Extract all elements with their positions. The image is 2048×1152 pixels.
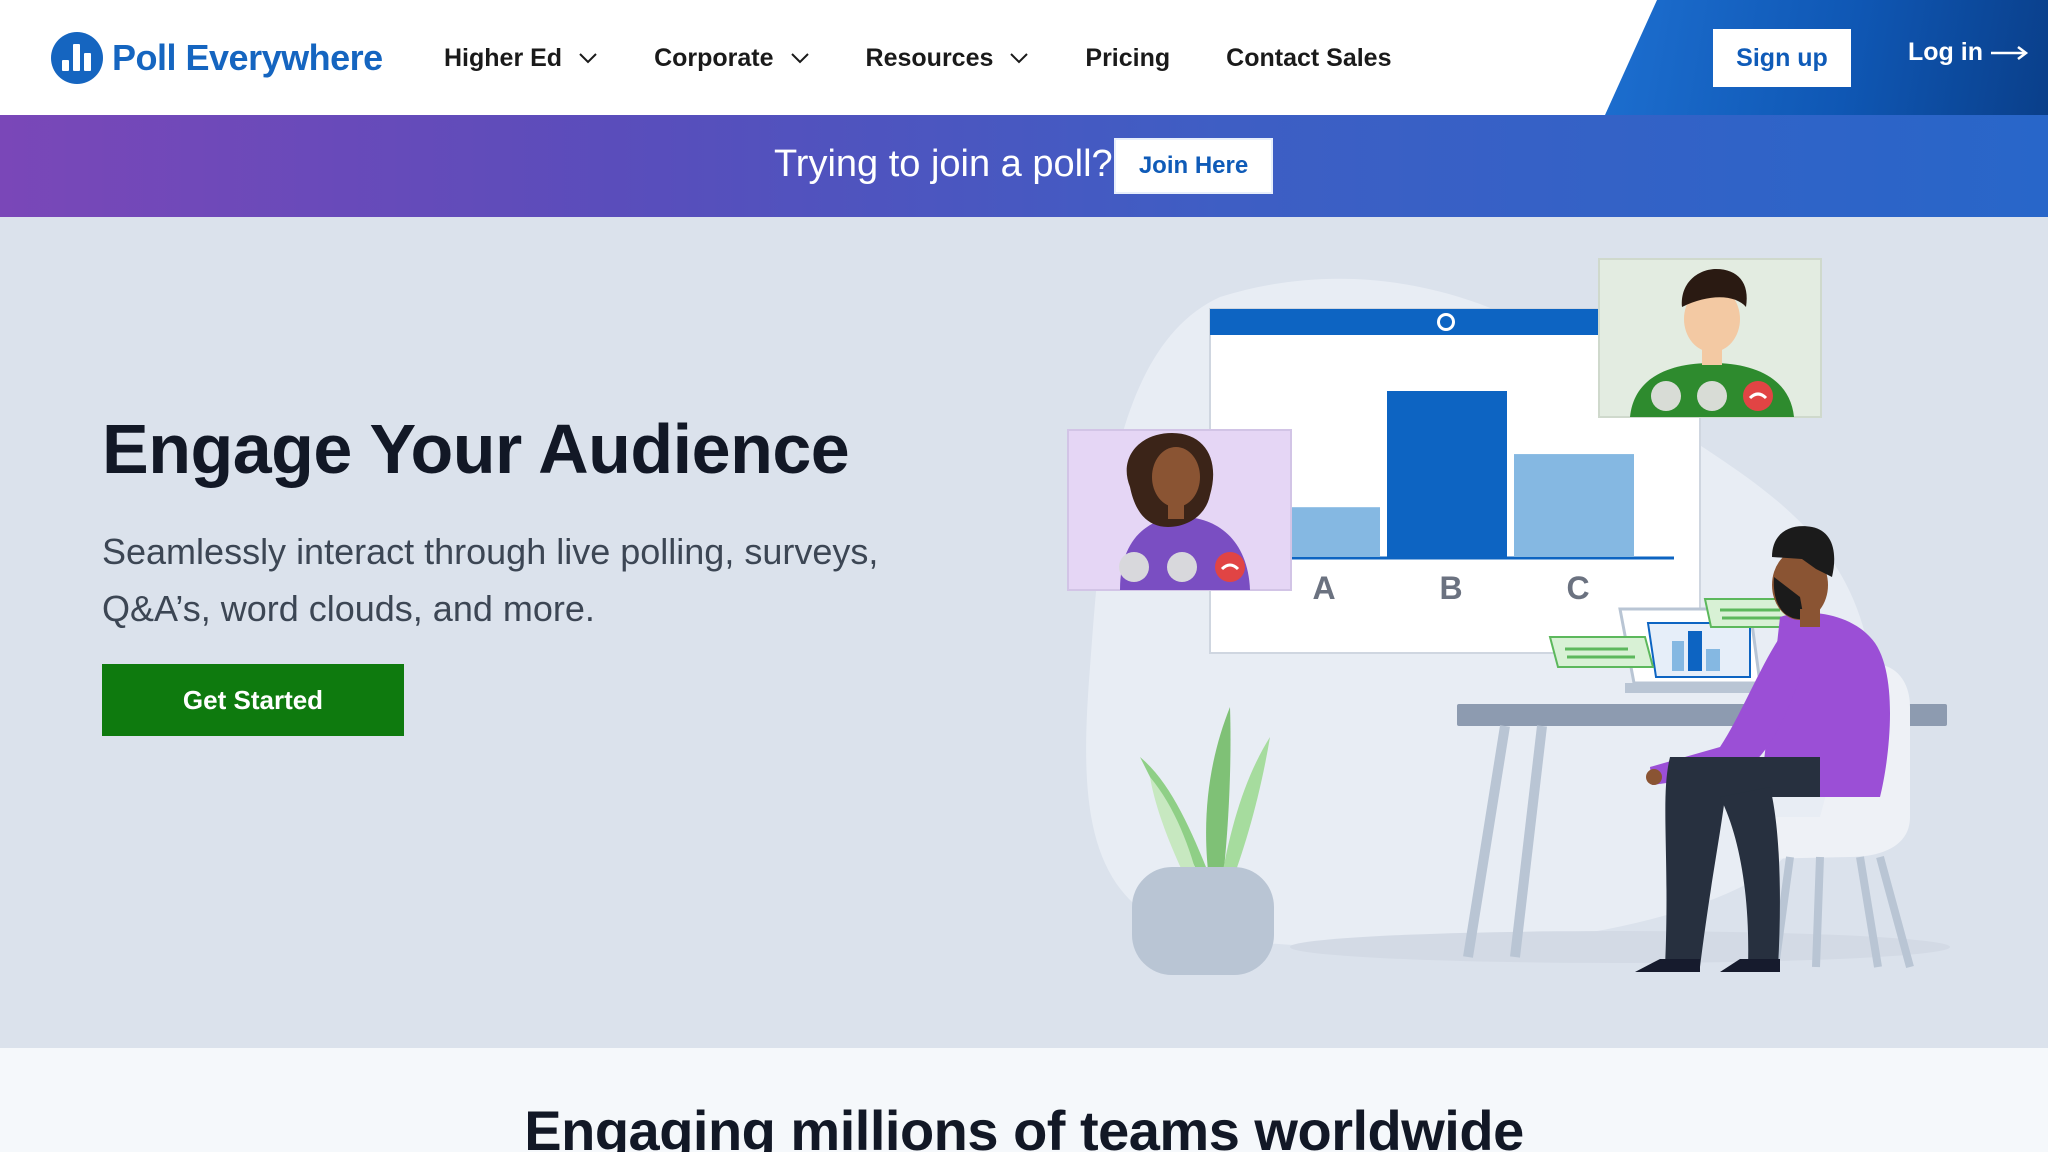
video-tile-man xyxy=(1598,258,1822,418)
site-header: Poll Everywhere Higher Ed Corporate Reso… xyxy=(0,0,2048,115)
nav-resources[interactable]: Resources xyxy=(866,44,1030,73)
nav-label: Resources xyxy=(865,43,994,72)
chart-label-c: C xyxy=(1566,570,1589,606)
hero-title: Engage Your Audience xyxy=(102,410,850,488)
chart-label-a: A xyxy=(1312,570,1335,606)
nav-label: Corporate xyxy=(654,43,774,72)
nav-label: Contact Sales xyxy=(1226,43,1392,72)
chevron-down-icon xyxy=(579,53,597,64)
poll-everywhere-logo-icon xyxy=(51,32,103,84)
microphone-icon xyxy=(1167,552,1197,582)
section-title: Engaging millions of teams worldwide xyxy=(524,1099,1524,1152)
nav-contact-sales[interactable]: Contact Sales xyxy=(1226,44,1391,73)
chart-bar-b xyxy=(1387,391,1507,557)
floor-shadow xyxy=(1290,931,1950,963)
social-proof-section: Engaging millions of teams worldwide xyxy=(0,1048,2048,1152)
join-here-button[interactable]: Join Here xyxy=(1114,138,1273,194)
main-nav: Higher Ed Corporate Resources Pricing Co… xyxy=(444,34,1448,82)
sign-up-button[interactable]: Sign up xyxy=(1713,29,1851,87)
log-in-label: Log in xyxy=(1908,38,1983,66)
nav-pricing[interactable]: Pricing xyxy=(1085,44,1170,73)
hero-subtitle: Seamlessly interact through live polling… xyxy=(102,531,879,629)
chevron-down-icon xyxy=(1010,53,1029,64)
chevron-down-icon xyxy=(790,53,809,64)
log-in-link[interactable]: Log in xyxy=(1908,38,2029,67)
video-tile-woman xyxy=(1067,429,1292,591)
chart-bar-c xyxy=(1514,454,1634,557)
brand-name: Poll Everywhere xyxy=(112,37,383,78)
nav-corporate[interactable]: Corporate xyxy=(654,44,809,73)
banner-text: Trying to join a poll? xyxy=(774,143,1113,185)
camera-icon xyxy=(1119,552,1149,582)
chart-label-b: B xyxy=(1439,570,1462,606)
nav-label: Pricing xyxy=(1085,43,1171,72)
join-poll-banner: Trying to join a poll? Join Here xyxy=(0,115,2048,217)
nav-label: Higher Ed xyxy=(444,43,563,72)
get-started-button[interactable]: Get Started xyxy=(102,664,404,736)
hang-up-icon xyxy=(1743,381,1773,411)
camera-icon xyxy=(1651,381,1681,411)
hang-up-icon xyxy=(1215,552,1245,582)
arrow-right-icon xyxy=(1990,45,2029,60)
hero-section: Engage Your Audience Seamlessly interact… xyxy=(0,217,2048,1048)
microphone-icon xyxy=(1697,381,1727,411)
hero-illustration: A B C xyxy=(1067,258,1950,975)
poll-everywhere-logo[interactable]: Poll Everywhere xyxy=(50,31,383,85)
nav-higher-ed[interactable]: Higher Ed xyxy=(444,44,598,73)
